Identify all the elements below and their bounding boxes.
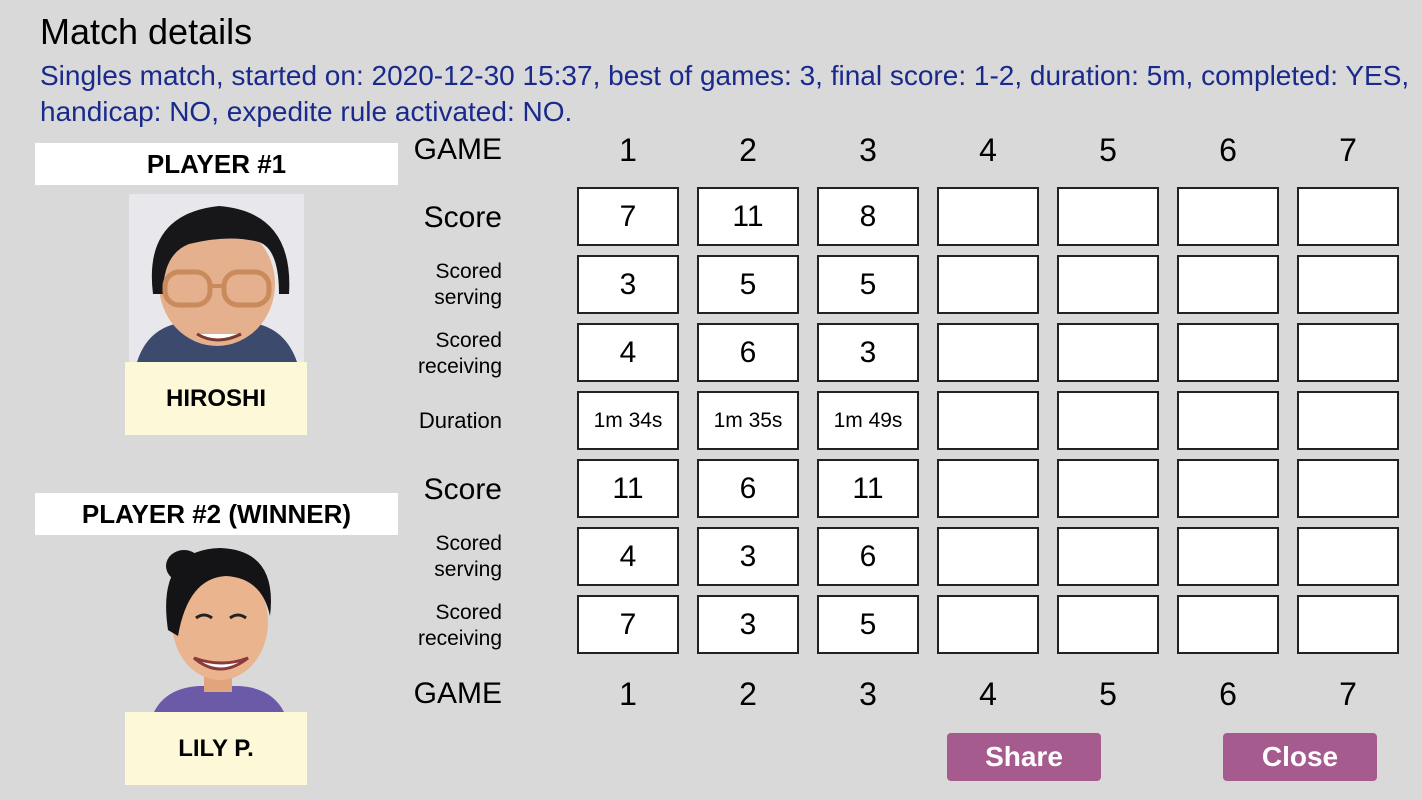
game-number-top-2: 2 [739,132,757,168]
cell-p2-serving-game-6 [1177,527,1279,586]
cell-p1-receiving-game-4 [937,323,1039,382]
cell-p1-receiving-game-7 [1297,323,1399,382]
cell-p1-serving-game-5 [1057,255,1159,314]
cell-p2-receiving-game-1: 7 [577,595,679,654]
cell-duration-game-2: 1m 35s [697,391,799,450]
row-label-duration: Duration [418,408,502,433]
cell-p1-score-game-2: 11 [697,187,799,246]
game-header-bottom: GAME [413,677,502,710]
game-number-top-6: 6 [1219,132,1237,168]
game-number-bottom-4: 4 [979,676,997,712]
cell-p1-serving-game-4 [937,255,1039,314]
game-number-bottom-7: 7 [1339,676,1357,712]
cell-p2-receiving-game-3: 5 [817,595,919,654]
game-header-top: GAME [413,133,502,166]
cell-p1-score-game-6 [1177,187,1279,246]
player1-name: HIROSHI [125,362,307,435]
close-button[interactable]: Close [1223,733,1377,781]
row-label-p1-serving-l1: Scored [435,260,502,283]
cell-p1-receiving-game-1: 4 [577,323,679,382]
cell-p2-receiving-game-5 [1057,595,1159,654]
cell-p2-serving-game-3: 6 [817,527,919,586]
row-label-p1-serving: Scored serving [400,259,502,311]
cell-p1-receiving-game-5 [1057,323,1159,382]
cell-p2-serving-game-1: 4 [577,527,679,586]
match-summary: Singles match, started on: 2020-12-30 15… [40,60,1410,127]
game-number-bottom-6: 6 [1219,676,1237,712]
cell-duration-game-1: 1m 34s [577,391,679,450]
row-label-p2-receiving-l1: Scored [435,601,502,624]
cell-p2-score-game-6 [1177,459,1279,518]
row-label-p2-serving-l1: Scored [435,532,502,555]
cell-duration-game-7 [1297,391,1399,450]
game-number-top-5: 5 [1099,132,1117,168]
game-number-bottom-3: 3 [859,676,877,712]
game-number-bottom-1: 1 [619,676,637,712]
row-label-p1-receiving: Scored receiving [400,328,502,380]
game-number-bottom-5: 5 [1099,676,1117,712]
cell-p2-score-game-1: 11 [577,459,679,518]
cell-p1-score-game-1: 7 [577,187,679,246]
player2-header: PLAYER #2 (WINNER) [35,493,398,535]
cell-p2-score-game-2: 6 [697,459,799,518]
row-label-p2-serving-l2: serving [434,558,502,581]
game-number-top-1: 1 [619,132,637,168]
cell-p1-serving-game-7 [1297,255,1399,314]
cell-p2-score-game-7 [1297,459,1399,518]
cell-p1-score-game-4 [937,187,1039,246]
row-label-p2-receiving-l2: receiving [417,627,502,650]
cell-p1-serving-game-3: 5 [817,255,919,314]
player2-avatar [144,540,289,712]
game-number-top-3: 3 [859,132,877,168]
cell-p2-score-game-5 [1057,459,1159,518]
game-number-top-4: 4 [979,132,997,168]
cell-p1-receiving-game-2: 6 [697,323,799,382]
row-label-p2-score: Score [423,473,502,506]
row-label-p2-receiving: Scored receiving [400,600,502,652]
cell-duration-game-3: 1m 49s [817,391,919,450]
cell-p2-score-game-4 [937,459,1039,518]
game-number-top-7: 7 [1339,132,1357,168]
cell-p2-receiving-game-7 [1297,595,1399,654]
cell-p1-receiving-game-3: 3 [817,323,919,382]
cell-p1-score-game-7 [1297,187,1399,246]
cell-p2-serving-game-5 [1057,527,1159,586]
cell-duration-game-6 [1177,391,1279,450]
row-label-p1-score: Score [423,201,502,234]
cell-p1-score-game-5 [1057,187,1159,246]
cell-p2-receiving-game-6 [1177,595,1279,654]
row-label-p1-receiving-l1: Scored [435,329,502,352]
player1-avatar [129,194,304,362]
cell-p1-serving-game-2: 5 [697,255,799,314]
cell-p2-serving-game-2: 3 [697,527,799,586]
row-label-p1-receiving-l2: receiving [417,355,502,378]
row-label-p1-serving-l2: serving [434,286,502,309]
cell-p1-serving-game-6 [1177,255,1279,314]
cell-p1-score-game-3: 8 [817,187,919,246]
cell-p2-serving-game-4 [937,527,1039,586]
cell-p2-score-game-3: 11 [817,459,919,518]
cell-duration-game-5 [1057,391,1159,450]
player1-header: PLAYER #1 [35,143,398,185]
cell-p2-receiving-game-4 [937,595,1039,654]
cell-p1-receiving-game-6 [1177,323,1279,382]
cell-p2-serving-game-7 [1297,527,1399,586]
game-number-bottom-2: 2 [739,676,757,712]
cell-p1-serving-game-1: 3 [577,255,679,314]
share-button[interactable]: Share [947,733,1101,781]
player2-name: LILY P. [125,712,307,785]
row-label-p2-serving: Scored serving [400,531,502,583]
cell-duration-game-4 [937,391,1039,450]
page-title: Match details [40,11,253,52]
cell-p2-receiving-game-2: 3 [697,595,799,654]
